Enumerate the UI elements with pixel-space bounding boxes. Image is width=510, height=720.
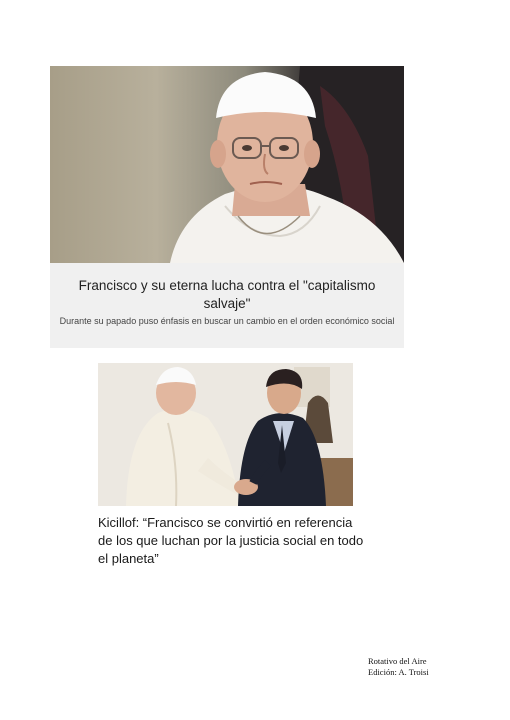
article-1-title[interactable]: Francisco y su eterna lucha contra el "c… — [60, 277, 394, 313]
credits-line-1: Rotativo del Aire — [368, 656, 427, 666]
credits-block: Rotativo del Aire Edición: A. Troisi — [368, 656, 429, 678]
pope-portrait-photo — [50, 66, 404, 263]
pope-kicillof-handshake-photo[interactable] — [98, 363, 353, 506]
credits-line-2: Edición: A. Troisi — [368, 667, 429, 677]
article-2-title[interactable]: Kicillof: “Francisco se convirtió en ref… — [98, 514, 368, 568]
article-card-1[interactable]: Francisco y su eterna lucha contra el "c… — [50, 66, 404, 348]
article-1-subtitle: Durante su papado puso énfasis en buscar… — [59, 316, 395, 326]
